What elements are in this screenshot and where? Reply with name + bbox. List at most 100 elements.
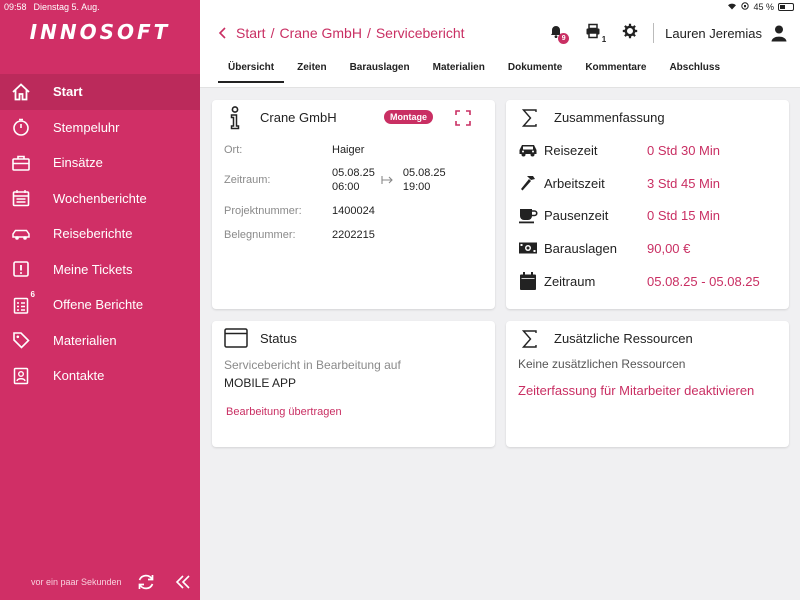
info-row-ort: Ort: Haiger — [224, 144, 364, 156]
briefcase-icon — [11, 153, 31, 173]
coffee-cup-icon — [518, 205, 538, 225]
offene-berichte-badge: 6 — [30, 289, 35, 299]
info-row-zeitraum: Zeitraum: 05.08.25 06:00 05.08.25 19:00 — [224, 166, 446, 194]
tab-zeiten[interactable]: Zeiten — [297, 62, 326, 83]
car-icon — [518, 140, 538, 160]
sidebar-item-label: Kontakte — [53, 368, 105, 384]
type-badge: Montage — [384, 110, 433, 124]
gear-icon — [622, 23, 638, 44]
end-date: 05.08.25 — [402, 167, 446, 179]
sidebar-item-label: Reiseberichte — [53, 226, 133, 242]
sidebar: INNOSOFT Start Stempeluhr Einsätze Woche… — [0, 0, 200, 600]
sidebar-item-kontakte[interactable]: Kontakte — [0, 358, 200, 394]
sidebar-item-label: Stempeluhr — [53, 119, 120, 135]
notifications-button[interactable]: 9 — [545, 22, 570, 44]
breadcrumb-separator: / — [366, 25, 371, 41]
start-time: 06:00 — [332, 181, 360, 193]
resources-text: Keine zusätzlichen Ressourcen — [518, 357, 686, 371]
sidebar-item-stempeluhr[interactable]: Stempeluhr — [0, 110, 200, 146]
user-icon[interactable] — [770, 24, 788, 42]
car-icon — [11, 224, 31, 244]
pausenzeit-value: 0 Std 15 Min — [647, 207, 720, 223]
sidebar-item-einsaetze[interactable]: Einsätze — [0, 145, 200, 181]
ort-label: Ort: — [224, 144, 243, 156]
orientation-lock-icon — [741, 2, 750, 12]
zeitraum-label: Zeitraum — [544, 273, 596, 289]
arbeitszeit-label: Arbeitszeit — [544, 175, 605, 191]
tab-bar: Übersicht Zeiten Barauslagen Materialien… — [218, 62, 743, 83]
transfer-editing-link[interactable]: Bearbeitung übertragen — [226, 406, 342, 418]
breadcrumb-separator: / — [270, 25, 275, 41]
tab-materialien[interactable]: Materialien — [433, 62, 485, 83]
resources-title: Zusätzliche Ressourcen — [554, 331, 693, 346]
start-date: 05.08.25 — [332, 167, 375, 179]
breadcrumb: Start / Crane GmbH / Servicebericht — [218, 25, 470, 41]
summary-row-pausenzeit: Pausenzeit 0 Std 15 Min — [518, 205, 720, 225]
zeitraum-start: 05.08.25 06:00 — [332, 166, 375, 194]
sidebar-item-meine-tickets[interactable]: Meine Tickets — [0, 252, 200, 288]
sidebar-item-offene-berichte[interactable]: 6 Offene Berichte — [0, 287, 200, 323]
user-name[interactable]: Lauren Jeremias — [665, 26, 762, 41]
sidebar-item-start[interactable]: Start — [0, 74, 200, 110]
summary-row-reisezeit: Reisezeit 0 Std 30 Min — [518, 140, 720, 160]
sync-icon[interactable] — [136, 572, 156, 592]
reisezeit-label: Reisezeit — [544, 142, 598, 158]
settings-button[interactable] — [619, 22, 641, 44]
banknote-icon — [518, 238, 538, 258]
tab-kommentare[interactable]: Kommentare — [585, 62, 646, 83]
arbeitszeit-value: 3 Std 45 Min — [647, 175, 720, 191]
sidebar-nav: Start Stempeluhr Einsätze Wochenberichte… — [0, 74, 200, 394]
zeitraum-label: Zeitraum: — [224, 174, 271, 186]
zeitraum-value: 05.08.25 06:00 05.08.25 19:00 — [332, 166, 446, 194]
status-date: Dienstag 5. Aug. — [33, 2, 100, 12]
sidebar-footer: vor ein paar Sekunden — [0, 564, 200, 600]
home-icon — [11, 82, 31, 102]
calendar-icon — [518, 271, 538, 291]
tab-abschluss[interactable]: Abschluss — [669, 62, 720, 83]
ort-value: Haiger — [332, 144, 365, 156]
printer-icon — [585, 23, 601, 44]
zeitraum-value: 05.08.25 - 05.08.25 — [647, 273, 760, 289]
tab-uebersicht[interactable]: Übersicht — [218, 62, 285, 83]
print-button[interactable]: 1 — [582, 22, 606, 44]
barauslagen-value: 90,00 € — [647, 240, 691, 256]
belegnummer-label: Belegnummer: — [224, 229, 296, 241]
tab-barauslagen[interactable]: Barauslagen — [350, 62, 410, 83]
sidebar-item-reiseberichte[interactable]: Reiseberichte — [0, 216, 200, 252]
summary-title: Zusammenfassung — [554, 110, 665, 125]
ticket-alert-icon — [11, 259, 31, 279]
header-actions: 9 1 Lauren Jeremias — [530, 22, 788, 44]
status-card: Status Servicebericht in Bearbeitung auf… — [212, 321, 495, 447]
projektnummer-value: 1400024 — [332, 205, 375, 217]
summary-row-zeitraum: Zeitraum 05.08.25 - 05.08.25 — [518, 271, 760, 291]
sync-status-text: vor ein paar Sekunden — [31, 577, 122, 587]
tab-dokumente[interactable]: Dokumente — [508, 62, 562, 83]
sidebar-item-materialien[interactable]: Materialien — [0, 323, 200, 359]
sidebar-item-label: Offene Berichte — [53, 297, 144, 313]
info-row-projektnummer: Projektnummer: 1400024 — [224, 205, 375, 217]
belegnummer-value: 2202215 — [332, 229, 375, 241]
sidebar-item-label: Start — [53, 84, 83, 100]
status-bar: 09:58 Dienstag 5. Aug. 45 % — [0, 0, 800, 15]
zeitraum-end: 05.08.25 19:00 — [403, 166, 446, 194]
disable-time-tracking-link[interactable]: Zeiterfassung für Mitarbeiter deaktivier… — [518, 383, 754, 398]
end-time: 19:00 — [402, 181, 431, 193]
resources-card: Zusätzliche Ressourcen Keine zusätzliche… — [506, 321, 789, 447]
breadcrumb-customer[interactable]: Crane GmbH — [279, 25, 361, 41]
battery-percent: 45 % — [753, 2, 774, 12]
project-card: Crane GmbH Montage Ort: Haiger Zeitraum:… — [212, 100, 495, 309]
back-chevron-icon[interactable] — [218, 26, 228, 40]
breadcrumb-start[interactable]: Start — [236, 25, 266, 41]
expand-icon[interactable] — [455, 110, 471, 126]
sidebar-item-wochenberichte[interactable]: Wochenberichte — [0, 181, 200, 217]
window-icon — [224, 328, 248, 353]
info-icon — [228, 106, 242, 135]
hammer-icon — [518, 173, 538, 193]
summary-row-barauslagen: Barauslagen 90,00 € — [518, 238, 690, 258]
notifications-badge: 9 — [558, 33, 570, 44]
sidebar-item-label: Wochenberichte — [53, 190, 147, 206]
summary-row-arbeitszeit: Arbeitszeit 3 Std 45 Min — [518, 173, 720, 193]
collapse-sidebar-icon[interactable] — [174, 573, 192, 591]
sidebar-item-label: Einsätze — [53, 155, 103, 171]
project-title: Crane GmbH — [260, 110, 337, 125]
